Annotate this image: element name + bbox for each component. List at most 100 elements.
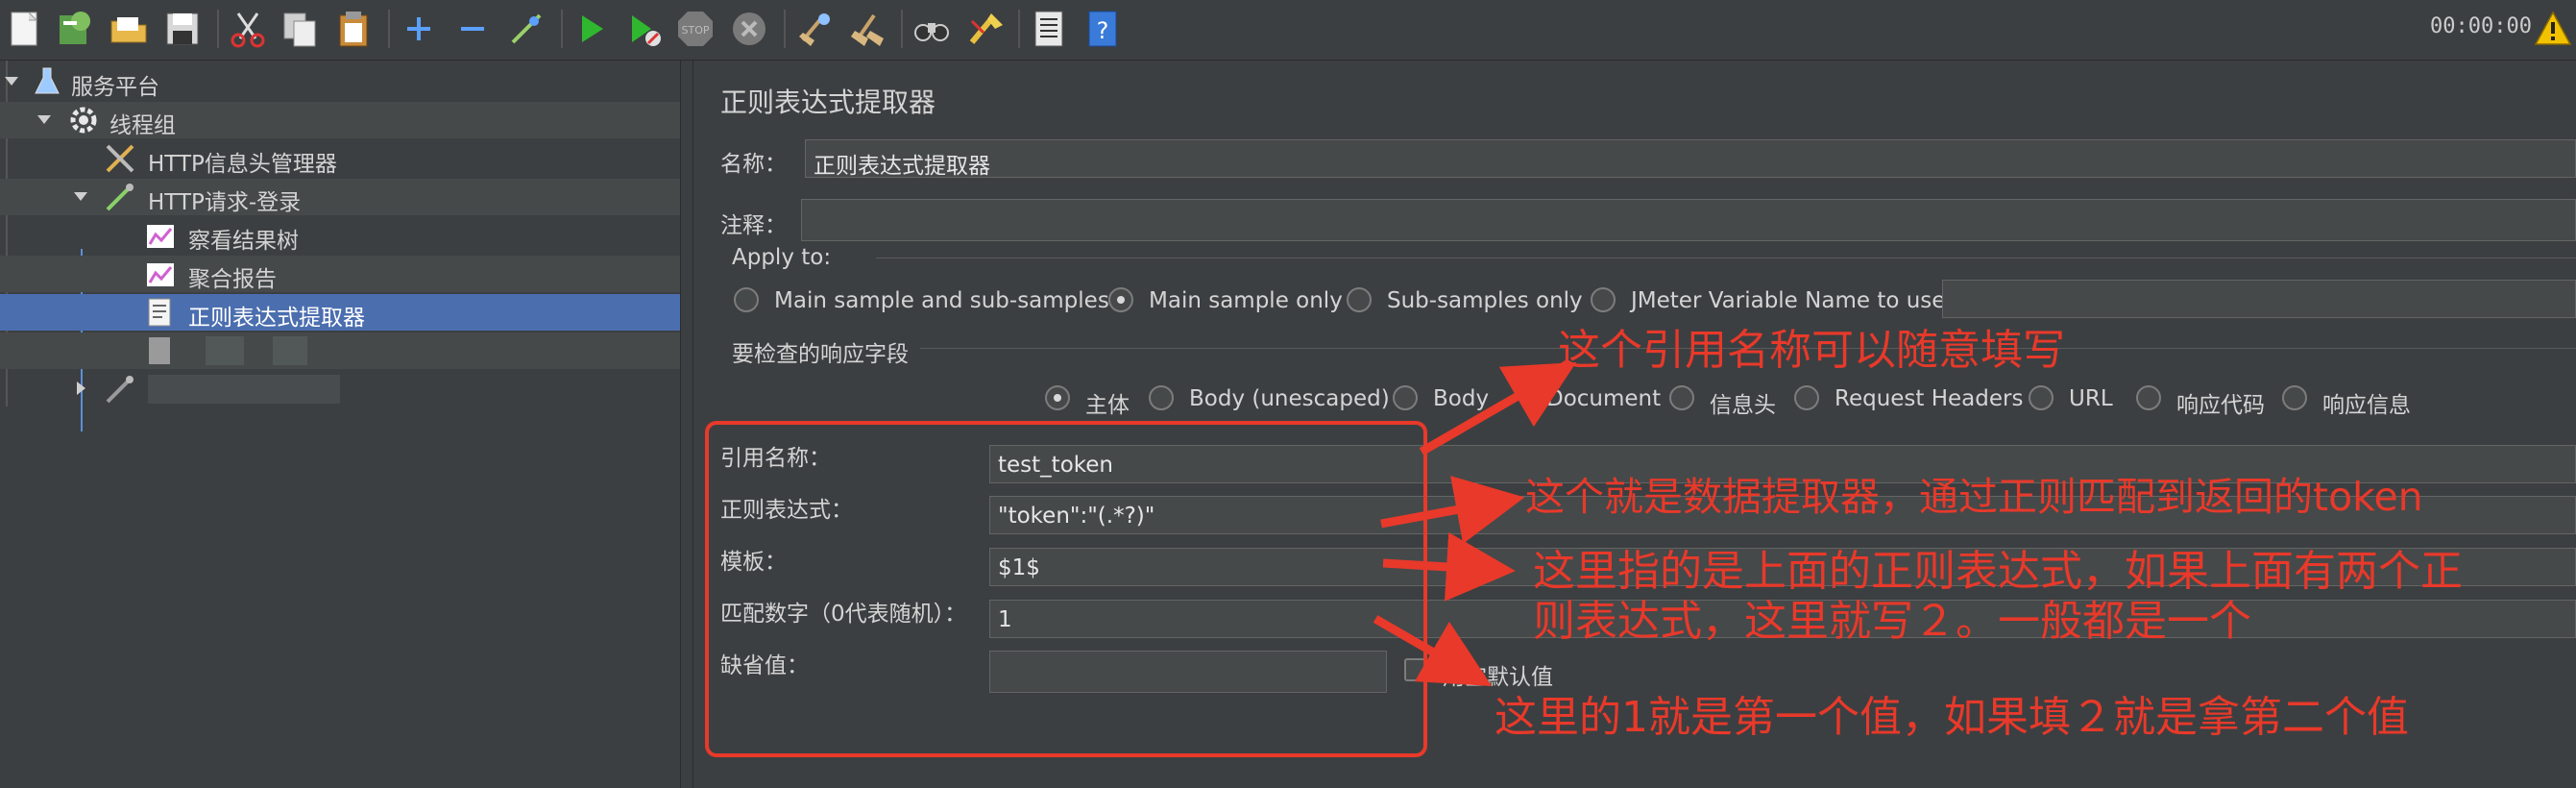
tree-item-label: 正则表达式提取器 <box>188 306 365 331</box>
search-icon[interactable] <box>911 8 953 50</box>
chevron-down-icon[interactable] <box>71 186 90 206</box>
function-helper-icon[interactable] <box>1028 8 1070 50</box>
reset-search-icon[interactable] <box>964 8 1007 50</box>
apply-to-main-and-sub-radio[interactable] <box>734 287 759 312</box>
name-label: 名称： <box>720 152 787 177</box>
apply-to-variable-radio[interactable] <box>1591 287 1616 312</box>
toolbar-separator <box>217 10 219 48</box>
help-icon[interactable]: ? <box>1081 8 1124 50</box>
comment-label: 注释： <box>720 213 787 238</box>
test-plan-icon <box>35 67 60 94</box>
elapsed-timer: 00:00:00 <box>2430 14 2532 38</box>
paste-icon[interactable] <box>332 8 375 50</box>
field-option-label: Body (unescaped) <box>1189 386 1390 411</box>
listener-icon <box>147 225 174 248</box>
field-option-label: Body <box>1433 386 1490 411</box>
variable-name-field[interactable] <box>1942 280 2576 318</box>
redacted-block <box>206 336 244 365</box>
clear-all-icon[interactable] <box>845 8 887 50</box>
chevron-down-icon[interactable] <box>35 110 54 129</box>
apply-to-main-only-radio[interactable] <box>1108 287 1133 312</box>
http-sampler-icon <box>106 376 134 404</box>
tree-item-label: HTTP请求-登录 <box>148 190 302 215</box>
name-field[interactable]: 正则表达式提取器 <box>805 139 2576 178</box>
apply-to-option-label: Main sample only <box>1149 288 1343 313</box>
extractor-icon <box>148 298 171 327</box>
toolbar-separator <box>784 10 786 48</box>
clear-icon[interactable] <box>793 8 836 50</box>
stop-icon[interactable]: STOP <box>674 8 717 50</box>
field-option-label: 信息头 <box>1710 393 1776 418</box>
tree-item-label: 察看结果树 <box>188 229 299 254</box>
field-headers-radio[interactable] <box>1669 385 1694 410</box>
comment-field[interactable] <box>801 199 2576 241</box>
annotation-note-2: 这个就是数据提取器，通过正则匹配到返回的token <box>1525 474 2423 520</box>
page-title: 正则表达式提取器 <box>720 86 936 118</box>
field-option-label: 响应代码 <box>2176 393 2265 418</box>
tree-item-thread-group[interactable]: 线程组 <box>0 102 680 138</box>
copy-icon[interactable] <box>279 8 321 50</box>
redacted-block <box>273 336 307 365</box>
new-icon[interactable] <box>4 8 46 50</box>
field-response-message-radio[interactable] <box>2282 385 2307 410</box>
start-icon[interactable] <box>571 8 613 50</box>
tree-item-test-plan[interactable]: 服务平台 <box>0 63 680 100</box>
header-manager-icon <box>106 144 134 173</box>
blurred-item-icon <box>149 337 170 364</box>
tree-item-http-request-collapsed[interactable] <box>0 371 680 407</box>
test-plan-tree: 服务平台 线程组 HTTP信息头管理器 HTTP请求-登录 察看结果树 聚合报告… <box>0 61 680 788</box>
chevron-right-icon[interactable] <box>71 379 90 398</box>
save-icon[interactable] <box>161 8 204 50</box>
tree-item-regex-extractor[interactable]: 正则表达式提取器 <box>0 294 680 331</box>
annotation-note-1: 这个引用名称可以随意填写 <box>1558 326 2065 375</box>
field-to-check-label: 要检查的响应字段 <box>732 342 909 367</box>
field-body-as-document-radio[interactable] <box>1393 385 1418 410</box>
tree-item-label: 服务平台 <box>71 75 159 100</box>
field-body-radio[interactable] <box>1045 385 1070 410</box>
split-pane-divider[interactable] <box>680 61 693 788</box>
warning-icon[interactable] <box>2534 10 2572 48</box>
group-border <box>876 258 2576 259</box>
annotation-note-4: 这里的1就是第一个值，如果填２就是拿第二个值 <box>1495 693 2409 742</box>
field-url-radio[interactable] <box>2029 385 2054 410</box>
field-body-unescaped-radio[interactable] <box>1149 385 1174 410</box>
toolbar: STOP ? 00:00:00 <box>0 0 2576 61</box>
tree-item-aggregate-report[interactable]: 聚合报告 <box>0 256 680 292</box>
field-option-label: Request Headers <box>1835 386 2024 411</box>
toolbar-separator <box>1018 10 1020 48</box>
annotation-note-3-line2: 则表达式，这里就写２。一般都是一个 <box>1533 597 2251 646</box>
cut-icon[interactable] <box>227 8 269 50</box>
tree-item-label: 聚合报告 <box>188 267 277 292</box>
templates-icon[interactable] <box>54 8 96 50</box>
http-sampler-icon <box>106 184 134 211</box>
apply-to-option-label: Sub-samples only <box>1387 288 1583 313</box>
field-option-label: URL <box>2069 386 2113 411</box>
toggle-icon[interactable] <box>505 8 547 50</box>
tree-item-header-manager[interactable]: HTTP信息头管理器 <box>0 140 680 177</box>
apply-to-option-label: JMeter Variable Name to use <box>1631 288 1946 313</box>
toolbar-separator <box>901 10 903 48</box>
tree-item-label: 线程组 <box>109 113 176 138</box>
redacted-block <box>148 375 340 404</box>
svg-text:STOP: STOP <box>682 24 710 37</box>
toolbar-separator <box>561 10 563 48</box>
svg-text:?: ? <box>1097 17 1109 44</box>
tree-item-blurred[interactable] <box>0 332 680 369</box>
collapse-icon[interactable] <box>451 8 494 50</box>
apply-to-option-label: Main sample and sub-samples <box>774 288 1109 313</box>
highlight-box <box>705 421 1427 757</box>
open-icon[interactable] <box>108 8 150 50</box>
listener-icon <box>147 263 174 286</box>
shutdown-icon[interactable] <box>728 8 770 50</box>
field-option-label: Document <box>1546 386 1662 411</box>
field-request-headers-radio[interactable] <box>1794 385 1819 410</box>
chevron-down-icon[interactable] <box>2 71 21 90</box>
field-response-code-radio[interactable] <box>2136 385 2161 410</box>
start-no-pause-icon[interactable] <box>622 8 665 50</box>
expand-icon[interactable] <box>398 8 440 50</box>
tree-item-label: HTTP信息头管理器 <box>148 152 337 177</box>
apply-to-sub-only-radio[interactable] <box>1347 287 1372 312</box>
thread-group-icon <box>70 107 97 134</box>
tree-item-view-results-tree[interactable]: 察看结果树 <box>0 217 680 254</box>
tree-item-http-request-login[interactable]: HTTP请求-登录 <box>0 179 680 215</box>
